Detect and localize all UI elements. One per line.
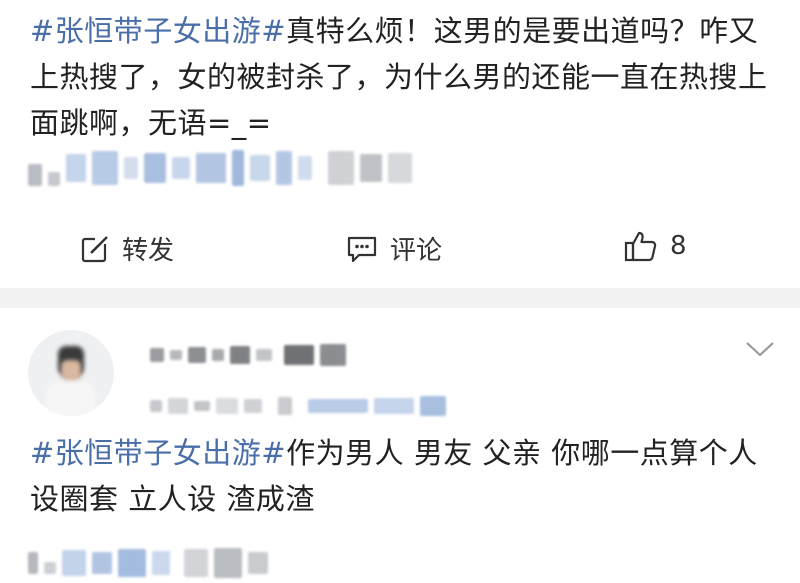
- chevron-down-icon[interactable]: [745, 340, 775, 362]
- username-blurred[interactable]: [150, 344, 346, 366]
- weibo-post: #张恒带子女出游#真特么烦！这男的是要出道吗？咋又上热搜了，女的被封杀了，为什么…: [0, 0, 800, 290]
- comment-bubble-icon: [346, 234, 378, 264]
- comment-item: #张恒带子女出游#作为男人 男友 父亲 你哪一点算个人 设圈套 立人设 渣成渣: [0, 308, 800, 583]
- post-hashtag[interactable]: #张恒带子女出游#: [30, 14, 286, 48]
- repost-button[interactable]: 转发: [80, 230, 174, 267]
- section-divider: [0, 288, 800, 308]
- post-meta-blurred: [28, 150, 412, 186]
- share-edit-icon: [80, 234, 110, 264]
- comment-text: #张恒带子女出游#作为男人 男友 父亲 你哪一点算个人 设圈套 立人设 渣成渣: [30, 430, 775, 522]
- post-actions: 转发 评论 8: [0, 220, 800, 280]
- thumbs-up-icon: [624, 230, 658, 262]
- post-text: #张恒带子女出游#真特么烦！这男的是要出道吗？咋又上热搜了，女的被封杀了，为什么…: [30, 8, 775, 146]
- avatar[interactable]: [28, 330, 114, 416]
- comment-label: 评论: [390, 236, 443, 266]
- comment-button[interactable]: 评论: [346, 230, 442, 267]
- repost-label: 转发: [122, 236, 175, 266]
- comment-footer-blurred: [28, 548, 268, 578]
- comment-hashtag[interactable]: #张恒带子女出游#: [30, 436, 286, 470]
- like-button[interactable]: 8: [624, 230, 687, 262]
- comment-meta-blurred: [150, 396, 446, 416]
- like-count: 8: [670, 231, 687, 261]
